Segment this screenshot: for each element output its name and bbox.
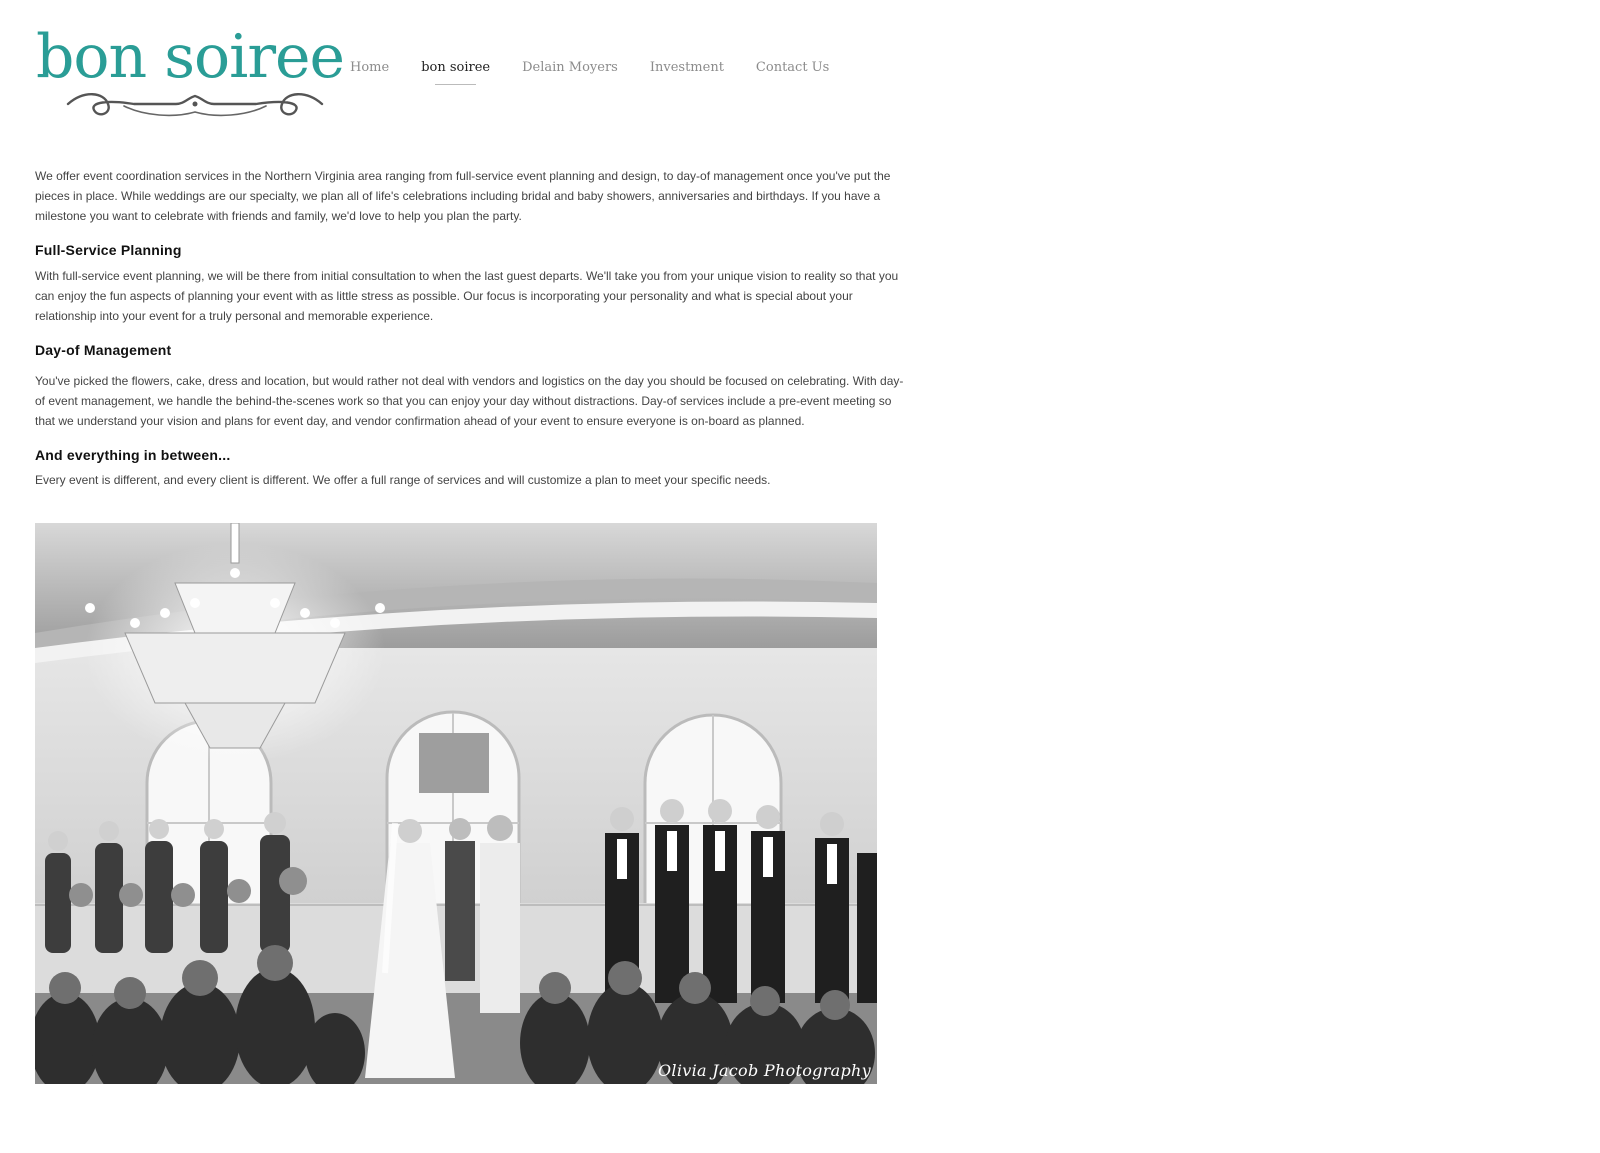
wedding-photo-illustration xyxy=(35,523,877,1084)
paragraph-everything-between: Every event is different, and every clie… xyxy=(35,473,771,487)
heading-day-of: Day-of Management xyxy=(35,342,172,358)
nav-item-delain-moyers[interactable]: Delain Moyers xyxy=(522,60,618,90)
nav-item-home[interactable]: Home xyxy=(350,60,389,90)
heading-everything-between: And everything in between... xyxy=(35,447,231,463)
photo-credit: Olivia Jacob Photography xyxy=(658,1061,871,1080)
wedding-photo: Olivia Jacob Photography xyxy=(35,523,877,1084)
nav-item-contact-us[interactable]: Contact Us xyxy=(756,60,829,90)
heading-full-service: Full-Service Planning xyxy=(35,242,182,258)
intro-paragraph: We offer event coordination services in … xyxy=(35,169,891,223)
logo-flourish-icon xyxy=(66,93,324,117)
main-content: We offer event coordination services in … xyxy=(35,166,905,490)
main-nav: Home bon soiree Delain Moyers Investment… xyxy=(350,60,861,90)
paragraph-full-service: With full-service event planning, we wil… xyxy=(35,269,899,323)
nav-item-investment[interactable]: Investment xyxy=(650,60,724,90)
paragraph-day-of: You've picked the flowers, cake, dress a… xyxy=(35,374,904,428)
nav-item-bon-soiree[interactable]: bon soiree xyxy=(421,60,490,90)
site-logo[interactable]: bon soiree xyxy=(36,22,345,117)
